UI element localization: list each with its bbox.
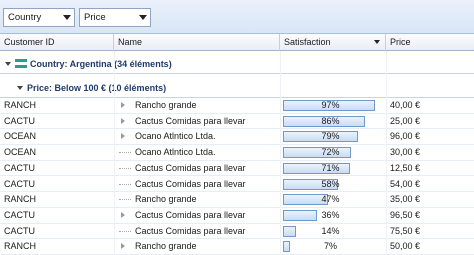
- satisfaction-bar: 58%: [283, 178, 378, 190]
- table-row[interactable]: RANCH Rancho grande 47% 35,00 €: [0, 192, 474, 208]
- table-row[interactable]: OCEAN Ocano Atlntico Ltda. 72% 30,00 €: [0, 145, 474, 161]
- column-header-label: Satisfaction: [284, 37, 331, 47]
- collapse-icon[interactable]: [5, 62, 11, 66]
- chevron-down-icon[interactable]: [60, 15, 74, 20]
- satisfaction-label: 47%: [321, 194, 340, 205]
- customer-id-cell: CACTU: [4, 225, 35, 236]
- satisfaction-label: 7%: [323, 241, 337, 252]
- table-row[interactable]: CACTU Cactus Comidas para llevar 71% 12,50 …: [0, 161, 474, 177]
- expand-arrow-icon[interactable]: [121, 102, 125, 108]
- name-cell: Cactus Comidas para llevar: [135, 178, 246, 189]
- price-cell: 50,00 €: [390, 241, 421, 252]
- column-header-row: Customer ID Name Satisfaction Price: [0, 34, 474, 51]
- group-row-label: Price: Below 100 € (10 éléments): [27, 83, 167, 93]
- name-cell: Rancho grande: [135, 100, 197, 110]
- tree-line-icon: [119, 183, 131, 185]
- column-header-label: Customer ID: [4, 37, 55, 47]
- expand-arrow-icon[interactable]: [121, 133, 125, 140]
- table-row[interactable]: RANCH Rancho grande 97% 40,00 €: [0, 98, 474, 114]
- customer-id-cell: CACTU: [4, 162, 35, 173]
- customer-id-cell: CACTU: [4, 115, 35, 126]
- satisfaction-label: 79%: [321, 131, 340, 142]
- group-by-panel: Country Price: [0, 0, 474, 34]
- satisfaction-bar: 36%: [283, 209, 378, 221]
- table-row[interactable]: CACTU Cactus Comidas para llevar 36% 96,50 …: [0, 208, 474, 224]
- price-cell: 30,00 €: [390, 147, 421, 158]
- column-header-label: Name: [118, 37, 143, 47]
- satisfaction-label: 71%: [321, 162, 340, 173]
- group-row-label: Country: Argentina (34 éléments): [30, 59, 172, 69]
- column-header-name[interactable]: Name: [114, 34, 280, 51]
- satisfaction-bar: 7%: [283, 241, 378, 253]
- satisfaction-bar: 14%: [283, 225, 378, 237]
- group-chip-label: Price: [84, 12, 106, 23]
- satisfaction-label: 14%: [321, 225, 340, 236]
- customer-id-cell: CACTU: [4, 178, 35, 189]
- expand-arrow-icon[interactable]: [121, 117, 125, 124]
- price-cell: 75,50 €: [390, 225, 421, 236]
- table-row[interactable]: RANCH Rancho grande 7% 50,00 €: [0, 239, 474, 255]
- price-cell: 96,50 €: [390, 209, 421, 220]
- customer-id-cell: OCEAN: [4, 131, 37, 142]
- customer-id-cell: RANCH: [4, 194, 37, 205]
- price-cell: 35,00 €: [390, 194, 421, 205]
- tree-line-icon: [119, 152, 131, 154]
- name-cell: Cactus Comidas para llevar: [135, 209, 246, 220]
- column-header-price[interactable]: Price: [386, 34, 474, 51]
- group-row-country[interactable]: Country: Argentina (34 éléments): [0, 55, 474, 74]
- tree-line-icon: [119, 230, 131, 232]
- column-header-customer-id[interactable]: Customer ID: [0, 34, 114, 51]
- column-header-label: Price: [390, 37, 411, 47]
- name-cell: Cactus Comidas para llevar: [135, 225, 246, 236]
- price-cell: 12,50 €: [390, 162, 421, 173]
- expand-arrow-icon[interactable]: [121, 243, 125, 250]
- satisfaction-bar: 47%: [283, 194, 378, 206]
- customer-id-cell: RANCH: [4, 100, 37, 110]
- price-cell: 54,00 €: [390, 178, 421, 189]
- table-row[interactable]: CACTU Cactus Comidas para llevar 14% 75,50 …: [0, 224, 474, 240]
- tree-line-icon: [119, 199, 131, 201]
- name-cell: Ocano Atlntico Ltda.: [135, 147, 216, 158]
- satisfaction-label: 58%: [321, 178, 340, 189]
- sort-descending-icon: [374, 40, 380, 44]
- customer-id-cell: OCEAN: [4, 147, 37, 158]
- column-divider: [114, 51, 115, 255]
- customer-id-cell: RANCH: [4, 241, 37, 252]
- customer-id-cell: CACTU: [4, 209, 35, 220]
- tree-line-icon: [119, 167, 131, 169]
- satisfaction-label: 36%: [321, 209, 340, 220]
- group-row-price[interactable]: Price: Below 100 € (10 éléments): [0, 79, 474, 98]
- satisfaction-bar: 97%: [283, 100, 378, 111]
- satisfaction-label: 72%: [321, 147, 340, 158]
- table-row[interactable]: OCEAN Ocano Atlntico Ltda. 79% 96,00 €: [0, 129, 474, 146]
- group-chip-country[interactable]: Country: [3, 8, 75, 27]
- column-divider: [386, 51, 387, 255]
- satisfaction-label: 97%: [321, 100, 340, 110]
- expand-arrow-icon[interactable]: [121, 211, 125, 218]
- satisfaction-bar: 79%: [283, 131, 378, 143]
- satisfaction-label: 86%: [321, 115, 340, 126]
- table-row[interactable]: CACTU Cactus Comidas para llevar 58% 54,00 …: [0, 177, 474, 193]
- name-cell: Cactus Comidas para llevar: [135, 162, 246, 173]
- name-cell: Rancho grande: [135, 241, 197, 252]
- table-row[interactable]: CACTU Cactus Comidas para llevar 86% 25,00 …: [0, 114, 474, 130]
- column-header-satisfaction[interactable]: Satisfaction: [280, 34, 386, 51]
- group-chip-price[interactable]: Price: [79, 8, 151, 27]
- name-cell: Rancho grande: [135, 194, 197, 205]
- group-chip-label: Country: [8, 12, 42, 23]
- name-cell: Cactus Comidas para llevar: [135, 115, 246, 126]
- chevron-down-icon[interactable]: [136, 15, 150, 20]
- collapse-icon[interactable]: [17, 86, 23, 90]
- satisfaction-bar: 71%: [283, 162, 378, 174]
- price-cell: 40,00 €: [390, 100, 421, 110]
- price-cell: 96,00 €: [390, 131, 421, 142]
- price-cell: 25,00 €: [390, 115, 421, 126]
- satisfaction-bar: 72%: [283, 147, 378, 159]
- column-divider: [280, 51, 281, 255]
- country-flag-icon: [15, 59, 27, 68]
- name-cell: Ocano Atlntico Ltda.: [135, 131, 216, 142]
- satisfaction-bar: 86%: [283, 115, 378, 127]
